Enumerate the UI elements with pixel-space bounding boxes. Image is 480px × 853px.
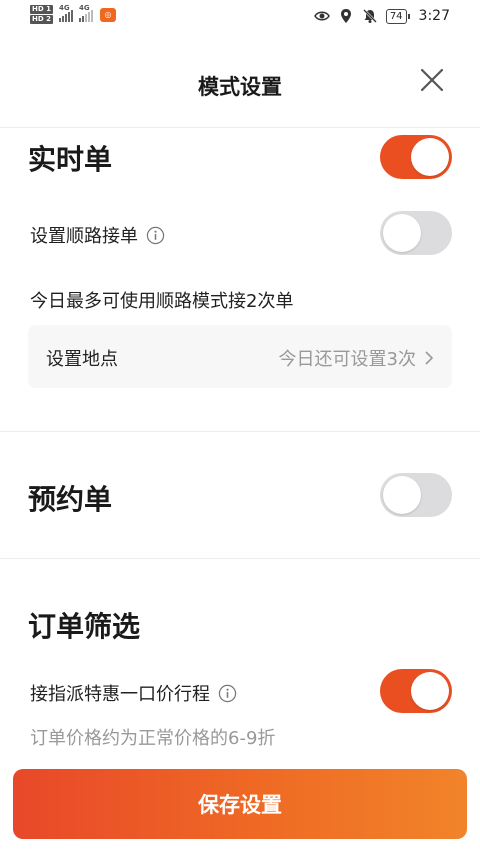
app-notification-icon: ◎ [99,7,116,22]
sim1-badge: HD 1 [30,5,53,14]
discount-order-row: 接指派特惠一口价行程 [30,680,237,706]
network-type-1: 4G [58,3,70,12]
status-left: HD 1 HD 2 4G 4G ◎ [30,4,116,24]
sim-indicators: HD 1 HD 2 [30,5,53,24]
route-order-row: 设置顺路接单 [30,222,165,248]
discount-note: 订单价格约为正常价格的6-9折 [30,728,276,749]
discount-order-toggle[interactable] [380,669,452,713]
discount-order-label: 接指派特惠一口价行程 [30,684,210,705]
location-icon [340,9,351,23]
set-location-label: 设置地点 [46,349,118,370]
route-order-label: 设置顺路接单 [30,226,138,247]
signal-icon-2: 4G [78,4,93,22]
battery-indicator: 74 [385,8,410,24]
toggle-knob [411,138,449,176]
status-right: 74 3:27 [313,8,450,24]
filter-section-title: 订单筛选 [28,610,141,643]
close-icon[interactable] [418,66,446,94]
page-header: 模式设置 [0,34,480,128]
signal-icon-1: 4G [58,4,73,22]
reservation-section-title: 预约单 [28,483,113,516]
status-time: 3:27 [418,8,450,24]
toggle-knob [411,672,449,710]
route-order-toggle[interactable] [380,211,452,255]
status-bar: HD 1 HD 2 4G 4G ◎ 74 3:27 [0,0,480,34]
toggle-knob [383,214,421,252]
chevron-right-icon [425,351,434,365]
route-limit-text: 今日最多可使用顺路模式接2次单 [30,291,294,312]
realtime-toggle[interactable] [380,135,452,179]
reservation-toggle[interactable] [380,473,452,517]
set-location-row[interactable]: 设置地点 今日还可设置3次 [28,325,452,388]
save-settings-button[interactable]: 保存设置 [13,769,467,839]
eye-icon [313,11,330,21]
page-title: 模式设置 [198,75,282,99]
realtime-section-title: 实时单 [28,143,113,176]
divider [0,558,480,559]
mute-bell-icon [362,9,377,23]
toggle-knob [383,476,421,514]
location-remaining: 今日还可设置3次 [279,345,434,371]
info-icon[interactable] [218,684,237,703]
location-remaining-text: 今日还可设置3次 [278,349,416,370]
info-icon[interactable] [146,226,165,245]
divider [0,431,480,432]
sim2-badge: HD 2 [30,15,53,24]
network-type-2: 4G [78,3,90,12]
